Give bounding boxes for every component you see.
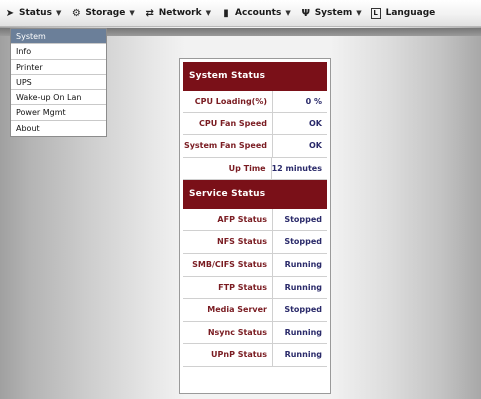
dropdown-item-wake-on-lan[interactable]: Wake-up On Lan: [11, 90, 106, 106]
dropdown-item-info[interactable]: Info: [11, 44, 106, 60]
menu-system[interactable]: Ψ System ▼: [300, 3, 362, 23]
row-value: Running: [284, 350, 322, 360]
table-row: CPU Fan Speed OK: [183, 113, 327, 136]
top-menu-bar: ➤ Status ▼ ⚙ Storage ▼ ⇄ Network ▼ ▮ Acc…: [0, 0, 481, 27]
row-label: CPU Fan Speed: [183, 113, 273, 135]
chevron-down-icon: ▼: [55, 9, 62, 17]
dropdown-item-about[interactable]: About: [11, 121, 106, 136]
menu-network-label: Network: [158, 8, 202, 18]
table-row: AFP Status Stopped: [183, 208, 327, 232]
table-row: NFS Status Stopped: [183, 231, 327, 254]
row-value: Running: [284, 259, 322, 269]
chevron-down-icon: ▼: [356, 9, 362, 17]
menu-accounts[interactable]: ▮ Accounts ▼: [220, 3, 291, 23]
row-label: FTP Status: [183, 276, 273, 299]
row-value: 0 %: [305, 97, 322, 106]
row-value: Stopped: [284, 305, 322, 315]
system-status-table: CPU Loading(%) 0 % CPU Fan Speed OK Syst…: [183, 91, 327, 180]
dropdown-item-printer[interactable]: Printer: [11, 60, 106, 75]
table-row: SMB/CIFS Status Running: [183, 253, 327, 277]
service-status-table: AFP Status Stopped NFS Status Stopped SM…: [183, 208, 327, 367]
dropdown-item-ups[interactable]: UPS: [11, 75, 106, 91]
dropdown-item-system[interactable]: System: [11, 29, 106, 45]
table-row: System Fan Speed OK: [183, 135, 327, 158]
system-wrench-icon: Ψ: [301, 7, 310, 19]
system-status-header: System Status: [183, 62, 327, 91]
table-row: FTP Status Running: [183, 276, 327, 300]
status-dropdown-menu: System Info Printer UPS Wake-up On Lan P…: [10, 28, 107, 138]
row-label: Nsync Status: [183, 321, 273, 344]
menu-language-label: Language: [385, 8, 436, 18]
chevron-down-icon: ▼: [129, 9, 135, 17]
menu-storage[interactable]: ⚙ Storage ▼: [70, 3, 135, 23]
row-label: System Fan Speed: [183, 135, 273, 157]
table-row: Media Server Stopped: [183, 299, 327, 322]
menu-storage-label: Storage: [85, 8, 126, 18]
service-status-header: Service Status: [183, 179, 327, 209]
menu-network[interactable]: ⇄ Network ▼: [144, 3, 211, 23]
row-value: Stopped: [284, 214, 322, 224]
row-value: Running: [284, 327, 322, 337]
storage-gear-icon: ⚙: [71, 7, 81, 19]
table-row: CPU Loading(%) 0 %: [183, 91, 327, 114]
row-label: SMB/CIFS Status: [183, 253, 273, 276]
row-label: AFP Status: [183, 208, 273, 231]
language-icon: L: [370, 7, 381, 19]
row-label: CPU Loading(%): [183, 91, 273, 113]
status-wrench-icon: ➤: [5, 7, 15, 19]
menu-language[interactable]: L Language: [370, 3, 436, 23]
row-value: OK: [309, 141, 322, 151]
menu-system-label: System: [314, 8, 353, 18]
row-value: Stopped: [284, 237, 322, 247]
row-label: NFS Status: [183, 231, 273, 253]
row-value: 12 minutes: [271, 163, 322, 173]
chevron-down-icon: ▼: [285, 9, 291, 17]
menu-accounts-label: Accounts: [235, 8, 282, 18]
row-label: UPnP Status: [183, 344, 273, 366]
row-label: Up Time: [183, 157, 272, 179]
chevron-down-icon: ▼: [205, 9, 212, 17]
dropdown-item-power-mgmt[interactable]: Power Mgmt: [11, 105, 106, 121]
table-row: Up Time 12 minutes: [183, 157, 327, 180]
network-icon: ⇄: [145, 7, 154, 19]
row-value: OK: [309, 119, 322, 129]
accounts-icon: ▮: [223, 7, 229, 19]
menu-status[interactable]: ➤ Status ▼: [4, 3, 62, 23]
status-panel: System Status CPU Loading(%) 0 % CPU Fan…: [179, 58, 331, 394]
table-row: UPnP Status Running: [183, 344, 327, 367]
row-value: Running: [284, 282, 322, 292]
menu-status-label: Status: [19, 8, 52, 18]
row-label: Media Server: [183, 299, 273, 321]
table-row: Nsync Status Running: [183, 321, 327, 345]
